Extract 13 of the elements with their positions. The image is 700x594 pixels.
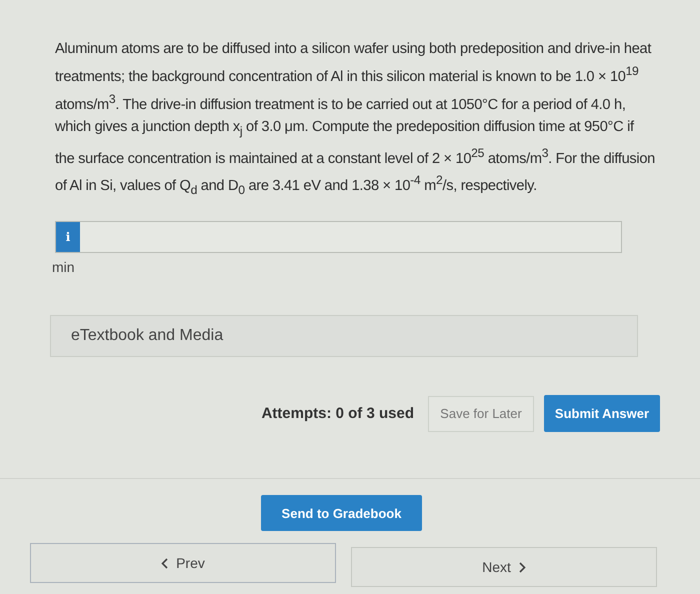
attempts-text: Attempts: 0 of 3 used bbox=[261, 405, 414, 422]
question-text: Aluminum atoms are to be diffused into a silicon wafer using both predeposition and drive-in heat treatments; the background concentration of Al in this silicon material is known to be 1.0 × 10$^{19}$ atoms/m$^{3}$. The drive-in diffusion treatment is to be carried out at 1050°C for a period of 4.0 h, which gives a junction depth x$_{j}$ of 3.0 μm. Compute the predeposition diffusion time at 950°C if the surface concentration is maintained at a constant level of 2 × 10$^{25}$ atoms/m$^{3}$. For the diffusion of Al in Si, values of Q$_{d}$ and D$_{0}$ are 3.41 eV and 1.38 × 10$^{-4}$ m$^{2}$/s, respectively. bbox=[55, 40, 655, 200]
send-to-gradebook-button[interactable]: Send to Gradebook bbox=[261, 495, 422, 532]
chevron-right-icon bbox=[518, 562, 526, 573]
prev-button[interactable]: Prev bbox=[30, 543, 336, 584]
next-button[interactable]: Next bbox=[351, 547, 657, 588]
answer-field[interactable]: i bbox=[55, 221, 622, 254]
unit-label: min bbox=[52, 259, 75, 276]
submit-answer-button[interactable]: Submit Answer bbox=[544, 395, 660, 432]
chevron-left-icon bbox=[161, 558, 168, 569]
info-icon[interactable]: i bbox=[56, 222, 80, 252]
etextbook-panel[interactable]: eTextbook and Media bbox=[50, 315, 638, 358]
save-for-later-button[interactable]: Save for Later bbox=[428, 396, 534, 432]
